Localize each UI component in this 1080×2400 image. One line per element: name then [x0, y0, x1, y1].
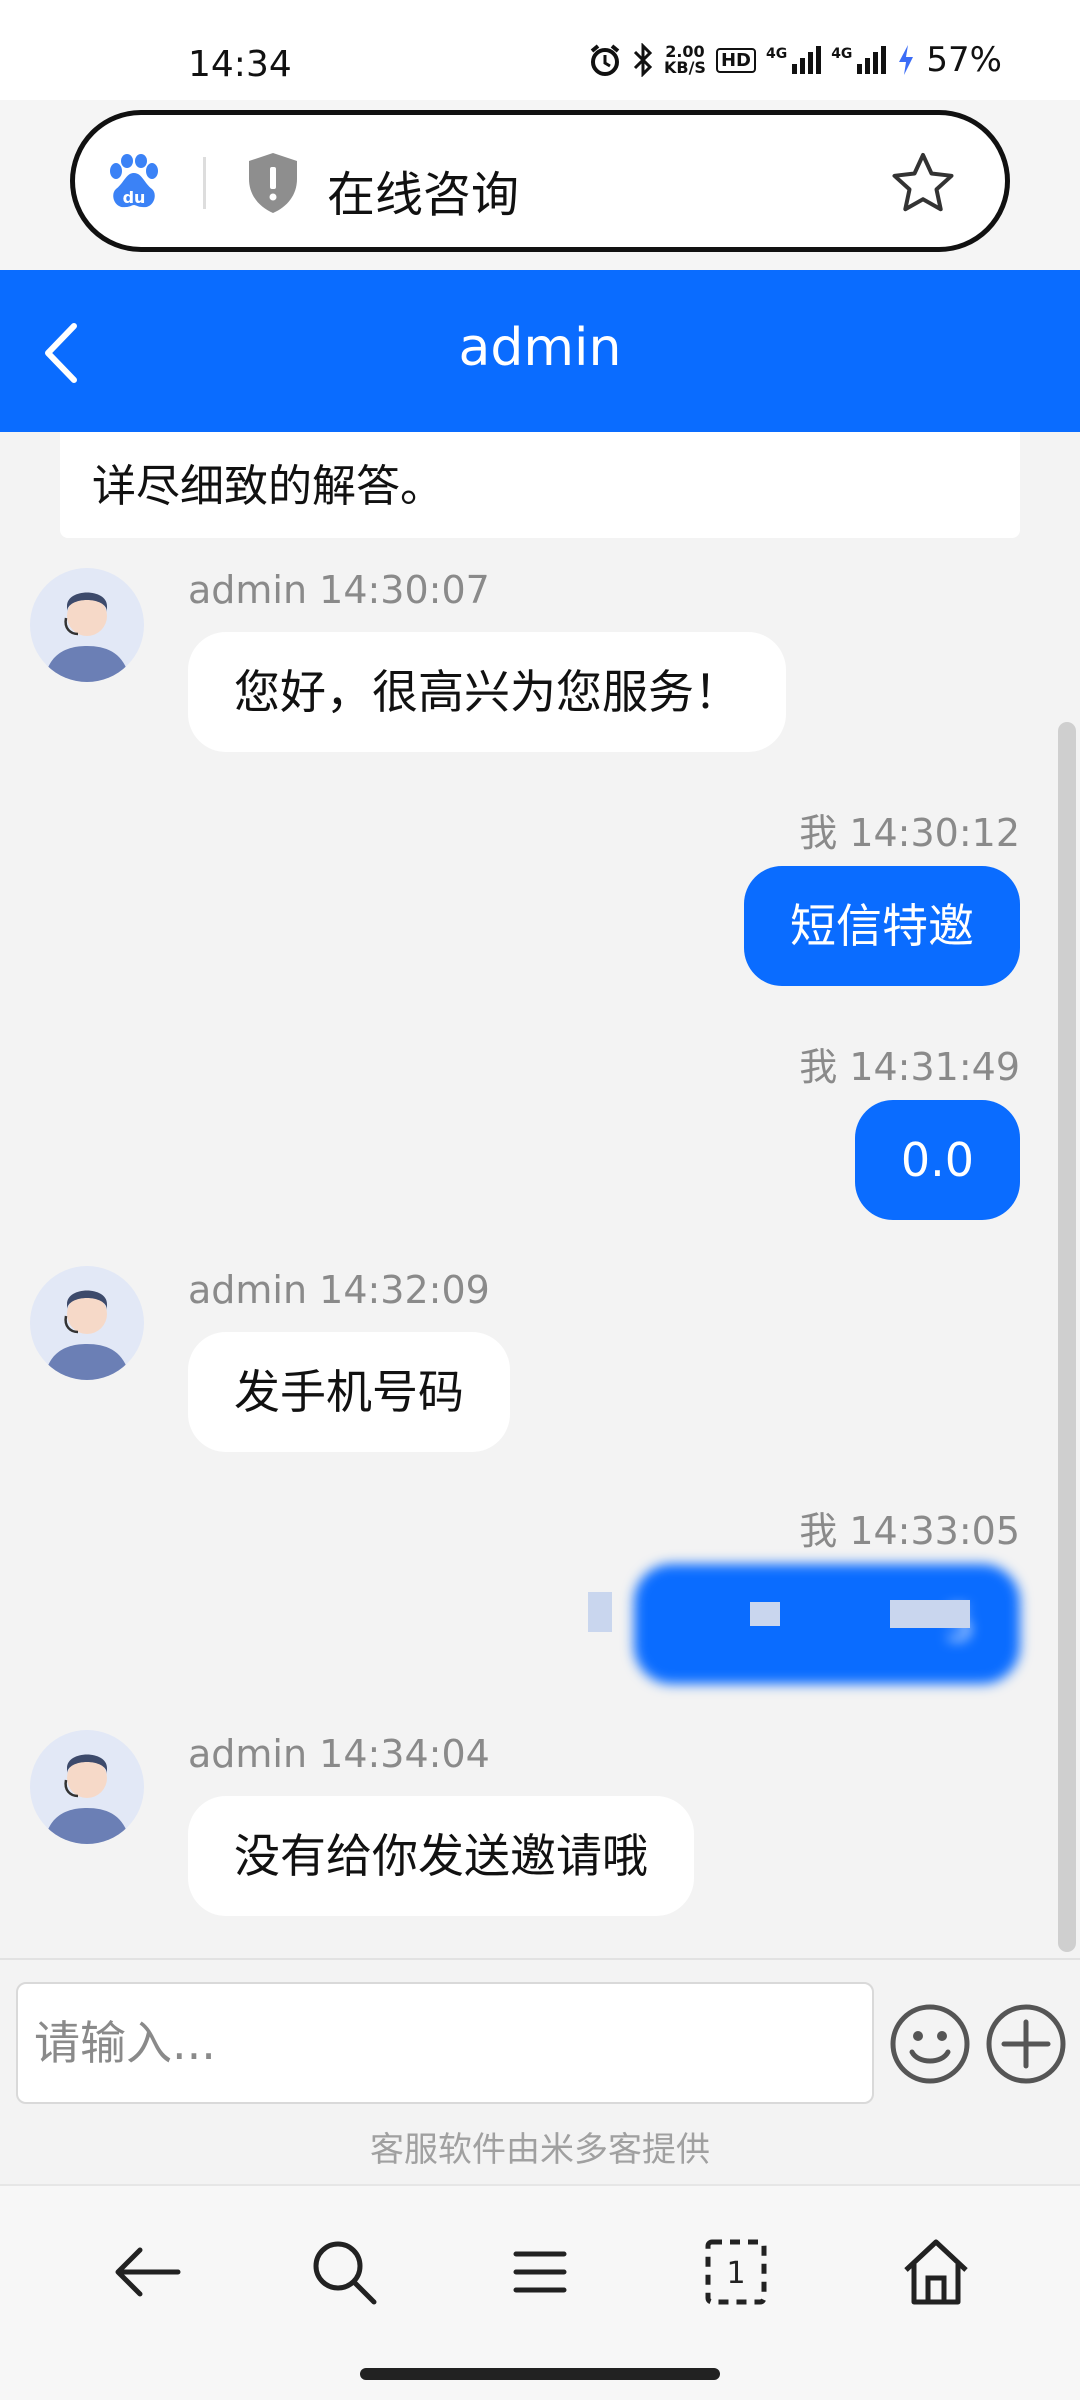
message-input[interactable]: [16, 1982, 874, 2104]
signal-icon-1: 4G: [765, 46, 822, 74]
home-indicator[interactable]: [360, 2368, 720, 2380]
chat-area[interactable]: 详尽细致的解答。 admin 14:30:07 您好，很高兴为您服务！ 我 14…: [0, 432, 1080, 1958]
pixelation-block: [588, 1592, 612, 1632]
browser-bottom-nav: 1: [0, 2184, 1080, 2400]
charging-icon: [896, 43, 916, 77]
baidu-logo-icon[interactable]: du: [105, 153, 163, 211]
previous-message-text: 详尽细致的解答。: [92, 461, 444, 512]
emoji-icon[interactable]: [888, 2002, 972, 2086]
input-bar: 客服软件由米多客提供: [0, 1958, 1080, 2184]
message-bubble-received[interactable]: 您好，很高兴为您服务！: [188, 632, 786, 752]
message-meta: admin 14:30:07: [188, 568, 490, 612]
chat-scrollbar[interactable]: [1058, 722, 1076, 1952]
hd-icon: HD: [715, 47, 756, 73]
message-meta: 我 14:31:49: [799, 1045, 1020, 1089]
message-meta: 我 14:30:12: [799, 811, 1020, 855]
url-divider: [203, 157, 206, 209]
status-time: 14:34: [188, 44, 292, 85]
signal-2-label: 4G: [831, 46, 853, 62]
message-meta: admin 14:32:09: [188, 1268, 490, 1312]
menu-icon[interactable]: [500, 2232, 580, 2312]
message-meta: 我 14:33:05: [799, 1509, 1020, 1553]
svg-text:du: du: [123, 188, 146, 207]
browser-bar: du 在线咨询: [0, 100, 1080, 270]
app-root: 14:34 2.00 KB/S HD 4G 4G 57% du 在线咨询 adm…: [0, 0, 1080, 2400]
pixelation-block: [890, 1600, 970, 1628]
signal-1-label: 4G: [765, 46, 788, 62]
message-bubble-sent[interactable]: 短信特邀: [744, 866, 1020, 986]
back-arrow-icon[interactable]: [108, 2232, 188, 2312]
net-speed-unit: KB/S: [663, 58, 706, 77]
chat-title: admin: [458, 318, 622, 378]
home-icon[interactable]: [896, 2232, 976, 2312]
svg-text:1: 1: [726, 2256, 745, 2291]
chat-header: admin: [0, 270, 1080, 432]
message-meta: admin 14:34:04: [188, 1732, 490, 1776]
alarm-icon: [588, 43, 622, 77]
signal-icon-2: 4G: [831, 46, 887, 74]
page-title[interactable]: 在线咨询: [327, 155, 519, 225]
net-speed: 2.00 KB/S: [664, 44, 706, 76]
message-bubble-received[interactable]: 没有给你发送邀请哦: [188, 1796, 694, 1916]
star-icon[interactable]: [889, 149, 957, 217]
provider-credit: 客服软件由米多客提供: [370, 2130, 710, 2170]
address-bar[interactable]: du 在线咨询: [70, 110, 1010, 252]
agent-avatar[interactable]: [30, 1730, 144, 1844]
status-icons: 2.00 KB/S HD 4G 4G 57%: [588, 40, 1002, 80]
bluetooth-icon: [632, 43, 654, 77]
status-bar: 14:34 2.00 KB/S HD 4G 4G 57%: [0, 0, 1080, 100]
tabs-icon[interactable]: 1: [696, 2232, 776, 2312]
agent-avatar[interactable]: [30, 568, 144, 682]
message-bubble-received[interactable]: 发手机号码: [188, 1332, 510, 1452]
agent-avatar[interactable]: [30, 1266, 144, 1380]
search-icon[interactable]: [304, 2232, 384, 2312]
plus-icon[interactable]: [984, 2002, 1068, 2086]
pixelation-block: [750, 1602, 780, 1626]
previous-message-card: 详尽细致的解答。: [60, 432, 1020, 538]
shield-icon[interactable]: [245, 151, 301, 215]
battery-percent: 57%: [926, 40, 1002, 80]
message-bubble-sent[interactable]: 0.0: [854, 1100, 1020, 1220]
